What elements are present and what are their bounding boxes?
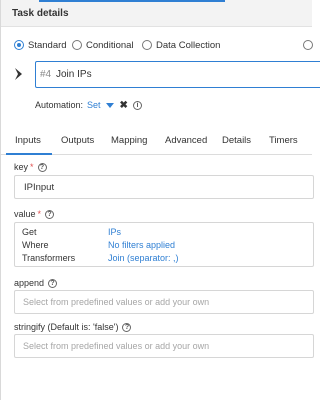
active-tab-indicator [6,153,52,155]
key-input[interactable]: IPInput [14,175,314,199]
tab-inputs[interactable]: Inputs [15,135,41,146]
value-row-link[interactable]: IPs [108,227,121,237]
panel-title: Task details [12,8,69,19]
value-box[interactable]: Get IPs Where No filters applied Transfo… [14,222,314,267]
tab-timers[interactable]: Timers [269,135,298,146]
value-row-label: Where [22,240,49,250]
radio-standard[interactable]: Standard [14,38,67,52]
radio-label: Conditional [86,39,134,51]
tab-details[interactable]: Details [222,135,251,146]
radio-conditional[interactable]: Conditional [72,38,134,52]
radio-more[interactable] [303,38,317,52]
tab-bar: Inputs Outputs Mapping Advanced Details … [1,126,312,155]
radio-unchecked-icon [303,40,313,50]
tab-outputs[interactable]: Outputs [61,135,94,146]
value-label-text: value [14,209,36,219]
stringify-label-text: stringify (Default is: 'false') [14,322,119,332]
value-row-link[interactable]: Join (separator: ,) [108,253,179,263]
help-icon[interactable]: ? [122,322,132,332]
radio-unchecked-icon [142,40,152,50]
radio-label: Data Collection [156,39,221,51]
automation-label: Automation: [35,100,84,110]
append-placeholder: Select from predefined values or add you… [23,297,210,307]
append-label: append ? [14,278,58,288]
automation-row: Automation: Set ✖ i [35,99,142,111]
key-label: key * ? [14,162,47,172]
value-label: value * ? [14,209,55,219]
info-icon[interactable]: i [132,100,142,110]
stringify-label: stringify (Default is: 'false') ? [14,322,132,332]
key-input-value: IPInput [24,182,55,193]
value-row-label: Transformers [22,253,76,263]
radio-label: Standard [28,39,67,51]
required-marker: * [37,209,42,219]
task-details-panel: Task details Standard Conditional Data C… [0,0,320,400]
append-input[interactable]: Select from predefined values or add you… [14,290,314,314]
stringify-input[interactable]: Select from predefined values or add you… [14,334,314,358]
value-row-link[interactable]: No filters applied [108,240,175,250]
automation-set-link[interactable]: Set [87,100,101,110]
expand-chevron-icon[interactable] [13,67,25,81]
tab-advanced[interactable]: Advanced [165,135,207,146]
task-type-radio-group: Standard Conditional Data Collection [14,38,314,52]
tab-mapping[interactable]: Mapping [111,135,147,146]
append-label-text: append [14,278,45,288]
caret-down-icon[interactable] [105,102,114,108]
help-icon[interactable]: ? [48,278,58,288]
radio-checked-icon [14,40,24,50]
required-marker: * [30,162,34,172]
radio-unchecked-icon [72,40,82,50]
task-name-input[interactable]: #4 Join IPs [35,61,320,88]
panel-header: Task details [1,0,312,27]
key-label-text: key [14,162,29,172]
task-number: #4 [40,69,52,80]
help-icon[interactable]: ? [45,209,55,219]
stringify-placeholder: Select from predefined values or add you… [23,341,210,351]
close-icon[interactable]: ✖ [120,100,128,111]
task-name-text: Join IPs [56,69,92,80]
header-accent-bar [39,0,225,2]
value-row-label: Get [22,227,37,237]
radio-data-collection[interactable]: Data Collection [142,38,220,52]
help-icon[interactable]: ? [37,162,47,172]
